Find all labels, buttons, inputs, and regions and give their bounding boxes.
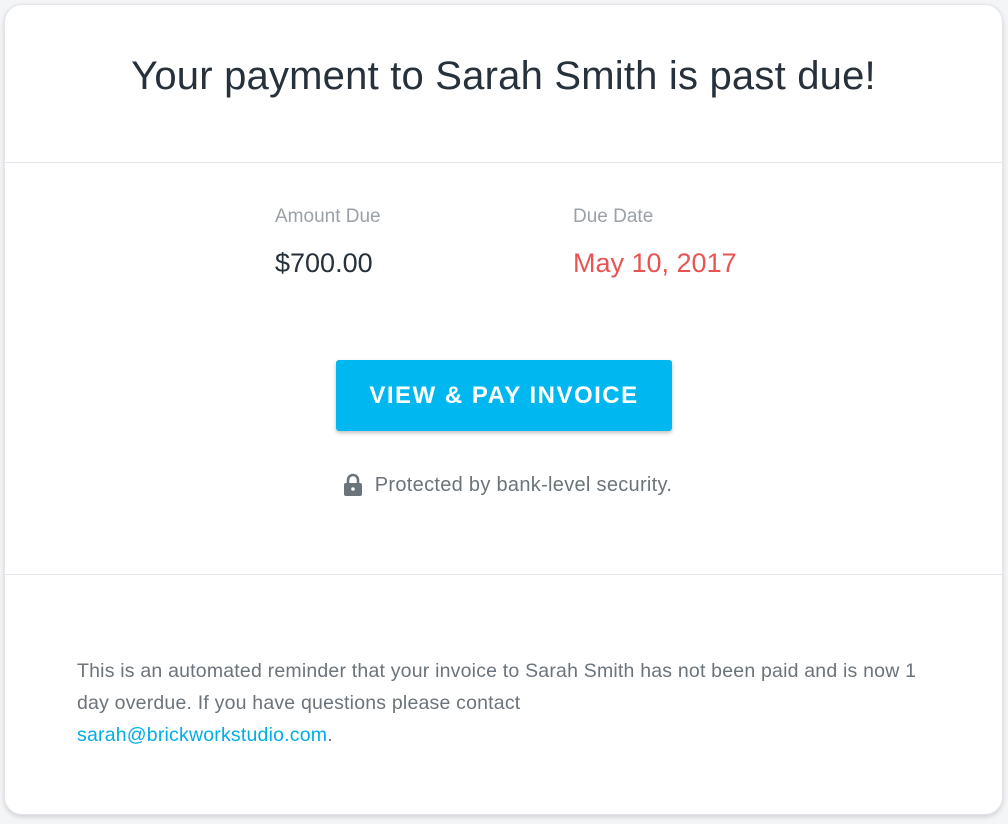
contact-email-link[interactable]: sarah@brickworkstudio.com [77,724,327,746]
due-date-field: Due Date May 10, 2017 [573,206,737,279]
invoice-details: Amount Due $700.00 Due Date May 10, 2017… [5,163,1002,575]
header: Your payment to Sarah Smith is past due! [5,5,1002,163]
amount-due-label: Amount Due [275,206,381,227]
amount-due-field: Amount Due $700.00 [275,206,381,279]
due-date-value: May 10, 2017 [573,248,737,278]
amount-due-value: $700.00 [275,248,373,278]
page-title: Your payment to Sarah Smith is past due! [131,54,876,98]
security-note: Protected by bank-level security. [9,473,1002,497]
security-text: Protected by bank-level security. [374,473,673,496]
view-pay-invoice-button[interactable]: VIEW & PAY INVOICE [336,360,672,431]
invoice-reminder-card: Your payment to Sarah Smith is past due!… [4,4,1003,815]
reminder-text: This is an automated reminder that your … [77,660,917,714]
due-date-label: Due Date [573,206,654,227]
reminder-period: . [327,724,333,746]
reminder-message: This is an automated reminder that your … [77,655,930,751]
lock-icon [343,473,363,497]
footer: This is an automated reminder that your … [5,575,1002,751]
